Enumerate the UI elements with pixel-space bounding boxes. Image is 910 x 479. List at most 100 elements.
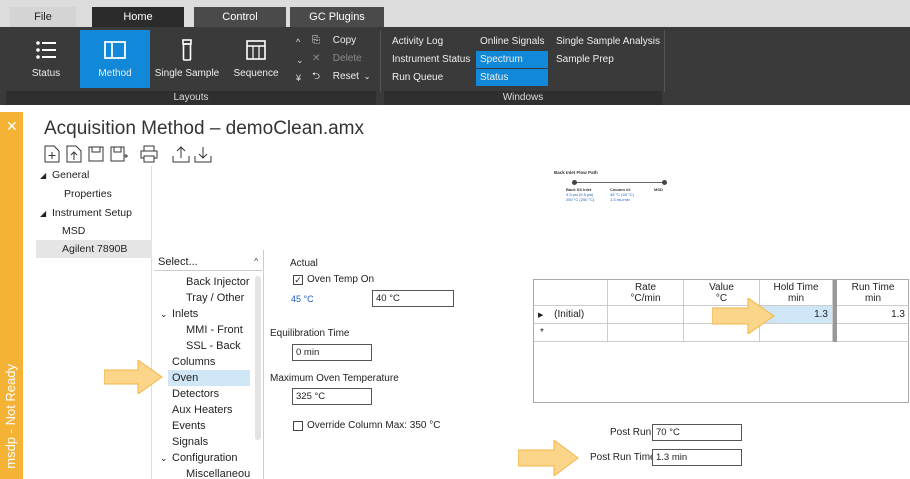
tree-node-properties[interactable]: Properties: [64, 185, 112, 203]
single-sample-layout-label: Single Sample: [154, 68, 220, 79]
vial-icon: [182, 39, 192, 61]
online-signals-button[interactable]: Online Signals: [476, 33, 548, 50]
expanded-triangle-icon[interactable]: ◢: [40, 205, 52, 223]
single-sample-analysis-button[interactable]: Single Sample Analysis: [552, 33, 664, 50]
close-icon[interactable]: ✕: [6, 118, 18, 135]
new-rate-cell[interactable]: [608, 324, 684, 342]
post-run-time-label: Post Run Time:: [590, 452, 659, 463]
copy-button[interactable]: ⎘ Copy: [312, 33, 356, 49]
col-header-run-time[interactable]: Run Time min: [837, 280, 909, 306]
initial-rate-cell[interactable]: [608, 306, 684, 324]
list-icon: [36, 41, 56, 59]
annotation-arrow-post-run-time-icon: [518, 440, 579, 476]
inlet-node: [572, 180, 577, 185]
delete-icon: ✕: [312, 53, 321, 64]
list-item-configuration[interactable]: ⌄ Configuration: [160, 450, 237, 466]
expanded-triangle-icon[interactable]: ◢: [40, 167, 52, 185]
save-icon[interactable]: [88, 145, 104, 163]
new-row-marker[interactable]: *: [534, 324, 608, 342]
list-item-signals[interactable]: Signals: [172, 434, 208, 450]
tree-node-instrument-setup[interactable]: ◢ Instrument Setup: [40, 204, 132, 222]
override-column-max-checkbox[interactable]: [293, 421, 303, 431]
max-oven-temp-input[interactable]: 325 °C: [292, 388, 372, 405]
tree-node-agilent-7890b[interactable]: Agilent 7890B: [36, 240, 152, 258]
list-item-events[interactable]: Events: [172, 418, 206, 434]
collapse-chevron-icon[interactable]: ⌄: [160, 450, 172, 466]
annotation-arrow-hold-time-icon: [712, 298, 775, 334]
reset-dropdown-icon: ⌄: [363, 72, 371, 81]
flow-inlet-temp: 250 °C (250 °C): [566, 197, 595, 202]
list-item-ssl-back[interactable]: SSL - Back: [186, 338, 241, 354]
copy-label: Copy: [332, 35, 357, 46]
method-tree: ◢ General Properties ◢ Instrument Setup MS…: [36, 166, 152, 479]
flow-msd-label: MSD: [654, 187, 663, 192]
settings-category-list: Select... ^ Back Injector Tray / Other ⌄…: [152, 250, 264, 479]
flow-line: [574, 182, 664, 183]
value-header-label: Value: [709, 282, 734, 293]
table-row-initial-label[interactable]: ▶ (Initial): [534, 306, 608, 324]
list-item-mmi-front[interactable]: MMI - Front: [186, 322, 243, 338]
list-item-oven[interactable]: Oven: [168, 370, 250, 386]
status-layout-button[interactable]: Status: [20, 30, 72, 88]
page-title: Acquisition Method – demoClean.amx: [44, 118, 365, 139]
print-icon[interactable]: [140, 145, 158, 163]
open-method-icon[interactable]: [66, 145, 82, 163]
actual-oven-temp: 45 °C: [291, 294, 314, 304]
hold-header-label: Hold Time: [773, 282, 819, 293]
method-layout-button[interactable]: Method: [80, 30, 150, 88]
list-item-miscellaneous[interactable]: Miscellaneou: [186, 466, 258, 479]
tab-file[interactable]: File: [10, 7, 76, 27]
current-row-marker-icon: ▶: [538, 312, 544, 319]
collapse-chevron-icon[interactable]: ⌄: [160, 306, 172, 322]
upload-icon[interactable]: [172, 145, 190, 163]
instrument-status-button[interactable]: Instrument Status: [388, 51, 474, 68]
list-item-back-injector[interactable]: Back Injector: [186, 274, 250, 290]
table-corner: [534, 280, 608, 306]
initial-row-label: (Initial): [554, 309, 585, 320]
list-scrollbar[interactable]: [255, 276, 261, 440]
tab-gc-plugins[interactable]: GC Plugins: [290, 7, 384, 27]
list-item-inlets[interactable]: ⌄ Inlets: [160, 306, 198, 322]
spectrum-button[interactable]: Spectrum: [476, 51, 548, 68]
actual-label: Actual: [290, 258, 318, 269]
tree-node-instrument-setup-label: Instrument Setup: [52, 207, 132, 219]
new-method-icon[interactable]: [44, 145, 60, 163]
col-header-rate[interactable]: Rate °C/min: [608, 280, 684, 306]
tree-node-general[interactable]: ◢ General: [40, 166, 89, 184]
method-layout-label: Method: [98, 68, 132, 79]
list-item-tray-other[interactable]: Tray / Other: [186, 290, 244, 306]
sample-prep-button[interactable]: Sample Prep: [552, 51, 618, 68]
tab-home[interactable]: Home: [92, 7, 184, 27]
status-window-button[interactable]: Status: [476, 69, 548, 86]
reset-button[interactable]: ⮌ Reset ⌄: [312, 69, 370, 85]
list-item-aux-heaters[interactable]: Aux Heaters: [172, 402, 233, 418]
list-item-columns[interactable]: Columns: [172, 354, 215, 370]
oven-temp-on-label: Oven Temp On: [307, 274, 375, 285]
rate-header-label: Rate: [634, 282, 657, 293]
delete-button[interactable]: ✕ Delete: [312, 51, 362, 67]
status-layout-label: Status: [31, 68, 61, 79]
post-run-temp-input[interactable]: 70 °C: [652, 424, 742, 441]
equilibration-time-input[interactable]: 0 min: [292, 344, 372, 361]
select-header[interactable]: Select... ^: [154, 253, 262, 271]
layout-scroll-arrows[interactable]: ^ ⌄ ¥: [296, 33, 304, 87]
list-item-configuration-label: Configuration: [172, 452, 238, 464]
list-item-inlets-label: Inlets: [172, 308, 199, 320]
post-run-time-input[interactable]: 1.3 min: [652, 449, 742, 466]
run-queue-button[interactable]: Run Queue: [388, 69, 447, 86]
windows-group-label: Windows: [384, 91, 662, 105]
list-item-detectors[interactable]: Detectors: [172, 386, 219, 402]
tree-node-msd[interactable]: MSD: [62, 222, 85, 240]
sequence-layout-button[interactable]: Sequence: [228, 30, 284, 88]
sort-caret-icon[interactable]: ^: [254, 253, 258, 271]
new-run-time-cell[interactable]: [837, 324, 909, 342]
sequence-icon: [246, 40, 266, 60]
oven-setpoint-input[interactable]: 40 °C: [372, 290, 454, 307]
single-sample-layout-button[interactable]: Single Sample: [154, 30, 220, 88]
max-oven-temp-label: Maximum Oven Temperature: [270, 373, 399, 384]
download-icon[interactable]: [194, 145, 212, 163]
tab-control[interactable]: Control: [194, 7, 286, 27]
oven-temp-on-checkbox[interactable]: ✓: [293, 275, 303, 285]
activity-log-button[interactable]: Activity Log: [388, 33, 447, 50]
save-as-icon[interactable]: [110, 145, 128, 163]
